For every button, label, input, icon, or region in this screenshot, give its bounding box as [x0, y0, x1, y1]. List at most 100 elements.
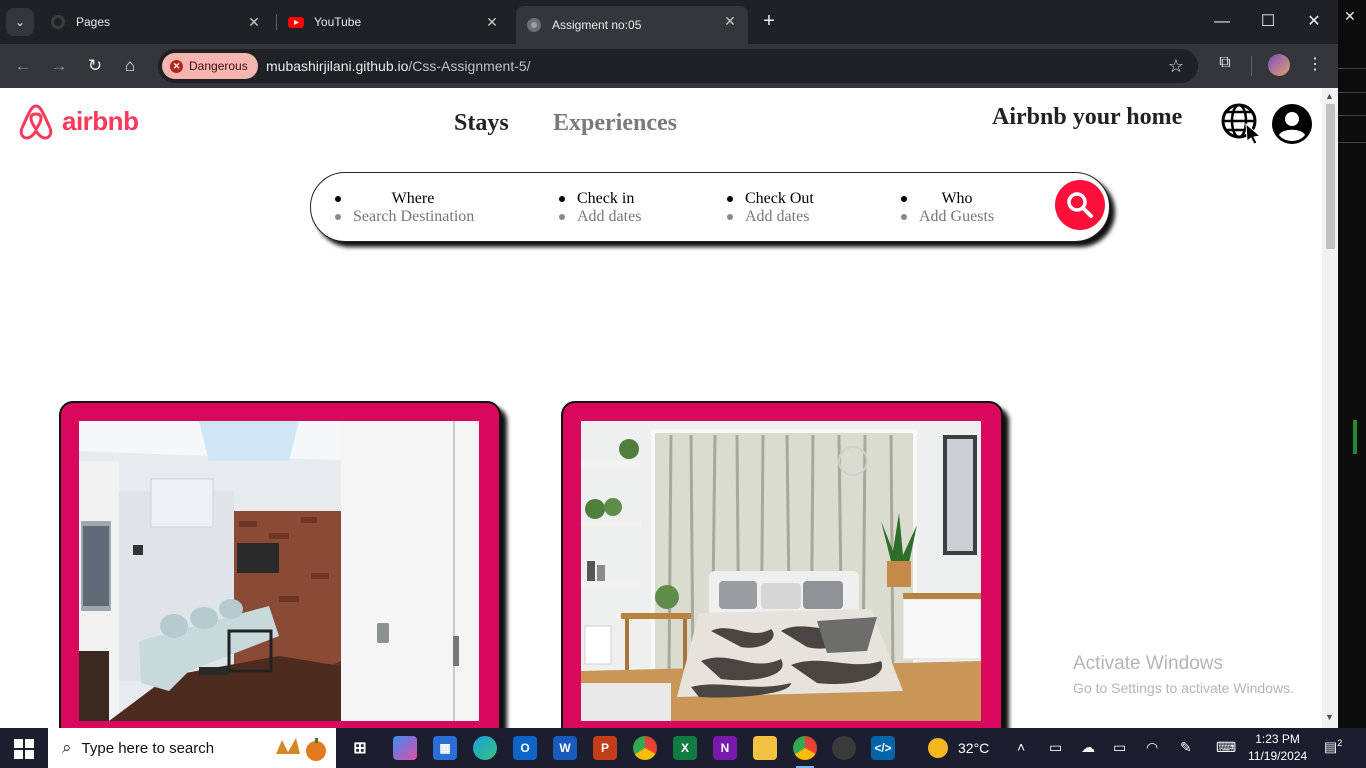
tab-divider: [276, 14, 277, 30]
maximize-icon[interactable]: ☐: [1256, 12, 1280, 32]
living-room-image: [79, 421, 479, 721]
search-field-where[interactable]: Where Search Destination: [335, 190, 474, 226]
background-window: ✕: [1338, 0, 1366, 728]
bookmark-star-icon[interactable]: ☆: [1168, 56, 1184, 77]
address-bar[interactable]: ✕ Dangerous mubashirjilani.github.io/Css…: [158, 49, 1198, 83]
tab-assignment[interactable]: Assigment no:05 ✕: [516, 6, 748, 44]
profile-avatar[interactable]: [1268, 54, 1290, 76]
taskbar-search-placeholder: Type here to search: [81, 739, 215, 757]
meet-now-icon[interactable]: ▭: [1049, 739, 1062, 756]
tab-youtube[interactable]: YouTube ✕: [278, 7, 510, 37]
taskbar-search-box[interactable]: ⌕ Type here to search: [48, 728, 336, 768]
security-label: Dangerous: [189, 59, 248, 73]
system-clock[interactable]: 1:23 PM 11/19/2024: [1248, 731, 1307, 765]
search-field-who[interactable]: Who Add Guests: [901, 190, 995, 226]
bullet: [901, 214, 907, 220]
reload-icon[interactable]: ↻: [83, 54, 107, 78]
back-icon[interactable]: ←: [11, 54, 35, 78]
listing-photo-bedroom[interactable]: [581, 421, 981, 721]
autumn-leaves-icon: [276, 738, 326, 761]
menu-icon[interactable]: ⋮: [1303, 54, 1327, 74]
clock-time: 1:23 PM: [1255, 732, 1300, 746]
powerpoint-icon[interactable]: P: [593, 736, 617, 760]
file-explorer-icon[interactable]: [753, 736, 777, 760]
github-desktop-icon[interactable]: [832, 736, 856, 760]
watermark-subtitle: Go to Settings to activate Windows.: [1073, 680, 1294, 696]
windows-taskbar: ⌕ Type here to search ⊞ ▦ O W P X N </> …: [0, 728, 1366, 768]
wifi-icon[interactable]: ◠: [1146, 739, 1158, 756]
bedroom-image: [581, 421, 981, 721]
copilot-icon[interactable]: [393, 736, 417, 760]
security-chip[interactable]: ✕ Dangerous: [162, 53, 258, 79]
chrome-icon[interactable]: [633, 736, 657, 760]
scroll-thumb[interactable]: [1326, 104, 1335, 249]
vscode-icon[interactable]: </>: [871, 736, 895, 760]
host-link[interactable]: Airbnb your home: [992, 104, 1182, 131]
toolbar-divider: [1251, 56, 1252, 76]
airbnb-logo[interactable]: airbnb: [18, 102, 139, 140]
divider: [1338, 68, 1366, 69]
field-hint: Search Destination: [353, 208, 475, 225]
notification-center-icon[interactable]: ▤2: [1324, 738, 1342, 756]
new-tab-button[interactable]: +: [758, 11, 780, 33]
close-icon[interactable]: ✕: [246, 14, 262, 30]
nav-stays[interactable]: Stays: [454, 110, 509, 137]
logo-text: airbnb: [62, 105, 139, 136]
clock-date: 11/19/2024: [1248, 749, 1308, 763]
close-icon[interactable]: ✕: [722, 13, 738, 29]
airbnb-logo-icon: [19, 104, 53, 140]
close-icon[interactable]: ✕: [484, 14, 500, 30]
field-label: Who: [941, 190, 973, 207]
search-field-checkin[interactable]: Check in Add dates: [559, 190, 641, 226]
divider: [1338, 92, 1366, 93]
search-button[interactable]: [1055, 180, 1105, 230]
field-label: Check Out: [745, 190, 814, 207]
excel-icon[interactable]: X: [673, 736, 697, 760]
forward-icon[interactable]: →: [47, 54, 71, 78]
scroll-down-icon[interactable]: ▼: [1325, 712, 1334, 722]
browser-tabstrip: ⌄ Pages ✕ YouTube ✕ Assigment no:05 ✕ + …: [0, 0, 1366, 44]
tab-pages[interactable]: Pages ✕: [40, 7, 272, 37]
globe-icon[interactable]: [1220, 102, 1264, 144]
outlook-icon[interactable]: O: [513, 736, 537, 760]
home-icon[interactable]: ⌂: [118, 54, 142, 78]
keyboard-icon[interactable]: ⌨: [1216, 739, 1236, 756]
browser-toolbar: ← → ↻ ⌂ ✕ Dangerous mubashirjilani.githu…: [0, 44, 1338, 88]
nav-experiences[interactable]: Experiences: [553, 110, 677, 137]
search-field-checkout[interactable]: Check Out Add dates: [727, 190, 814, 226]
show-hidden-icons[interactable]: ˄: [1017, 739, 1025, 755]
weather-icon: [928, 738, 948, 758]
onedrive-icon[interactable]: ☁: [1081, 739, 1095, 756]
tab-search-button[interactable]: ⌄: [6, 8, 34, 36]
bullet: [559, 214, 565, 220]
page-scrollbar[interactable]: ▲ ▼: [1322, 88, 1338, 728]
word-icon[interactable]: W: [553, 736, 577, 760]
scroll-up-icon[interactable]: ▲: [1325, 91, 1334, 101]
field-hint: Add dates: [577, 208, 642, 225]
battery-icon[interactable]: ▭: [1113, 739, 1126, 756]
status-indicator: [1353, 420, 1357, 454]
user-account-icon[interactable]: [1272, 104, 1312, 144]
listing-card[interactable]: [561, 401, 1003, 728]
listing-photo-living-room[interactable]: [79, 421, 479, 721]
task-view-icon[interactable]: ⊞: [348, 736, 372, 760]
listing-card[interactable]: [59, 401, 501, 728]
windows-start-icon[interactable]: [14, 739, 34, 759]
chrome-profile-icon[interactable]: [793, 736, 817, 768]
weather-widget[interactable]: 32°C: [928, 738, 989, 758]
url-host: mubashirjilani.github.io: [266, 58, 409, 74]
url-text[interactable]: mubashirjilani.github.io/Css-Assignment-…: [266, 58, 531, 74]
extensions-icon[interactable]: ⧉: [1213, 54, 1237, 72]
url-path: /Css-Assignment-5/: [408, 58, 531, 74]
github-icon: [51, 15, 65, 29]
microsoft-store-icon[interactable]: ▦: [433, 736, 457, 760]
danger-icon: ✕: [170, 59, 183, 73]
tab-title: Assigment no:05: [552, 18, 642, 32]
edge-icon[interactable]: [473, 736, 497, 760]
pen-icon[interactable]: ✎: [1180, 739, 1192, 756]
close-icon[interactable]: ✕: [1344, 8, 1356, 25]
minimize-icon[interactable]: —: [1210, 12, 1234, 32]
notification-count: 2: [1337, 738, 1343, 748]
onenote-icon[interactable]: N: [713, 736, 737, 760]
window-close-icon[interactable]: ✕: [1302, 12, 1326, 32]
